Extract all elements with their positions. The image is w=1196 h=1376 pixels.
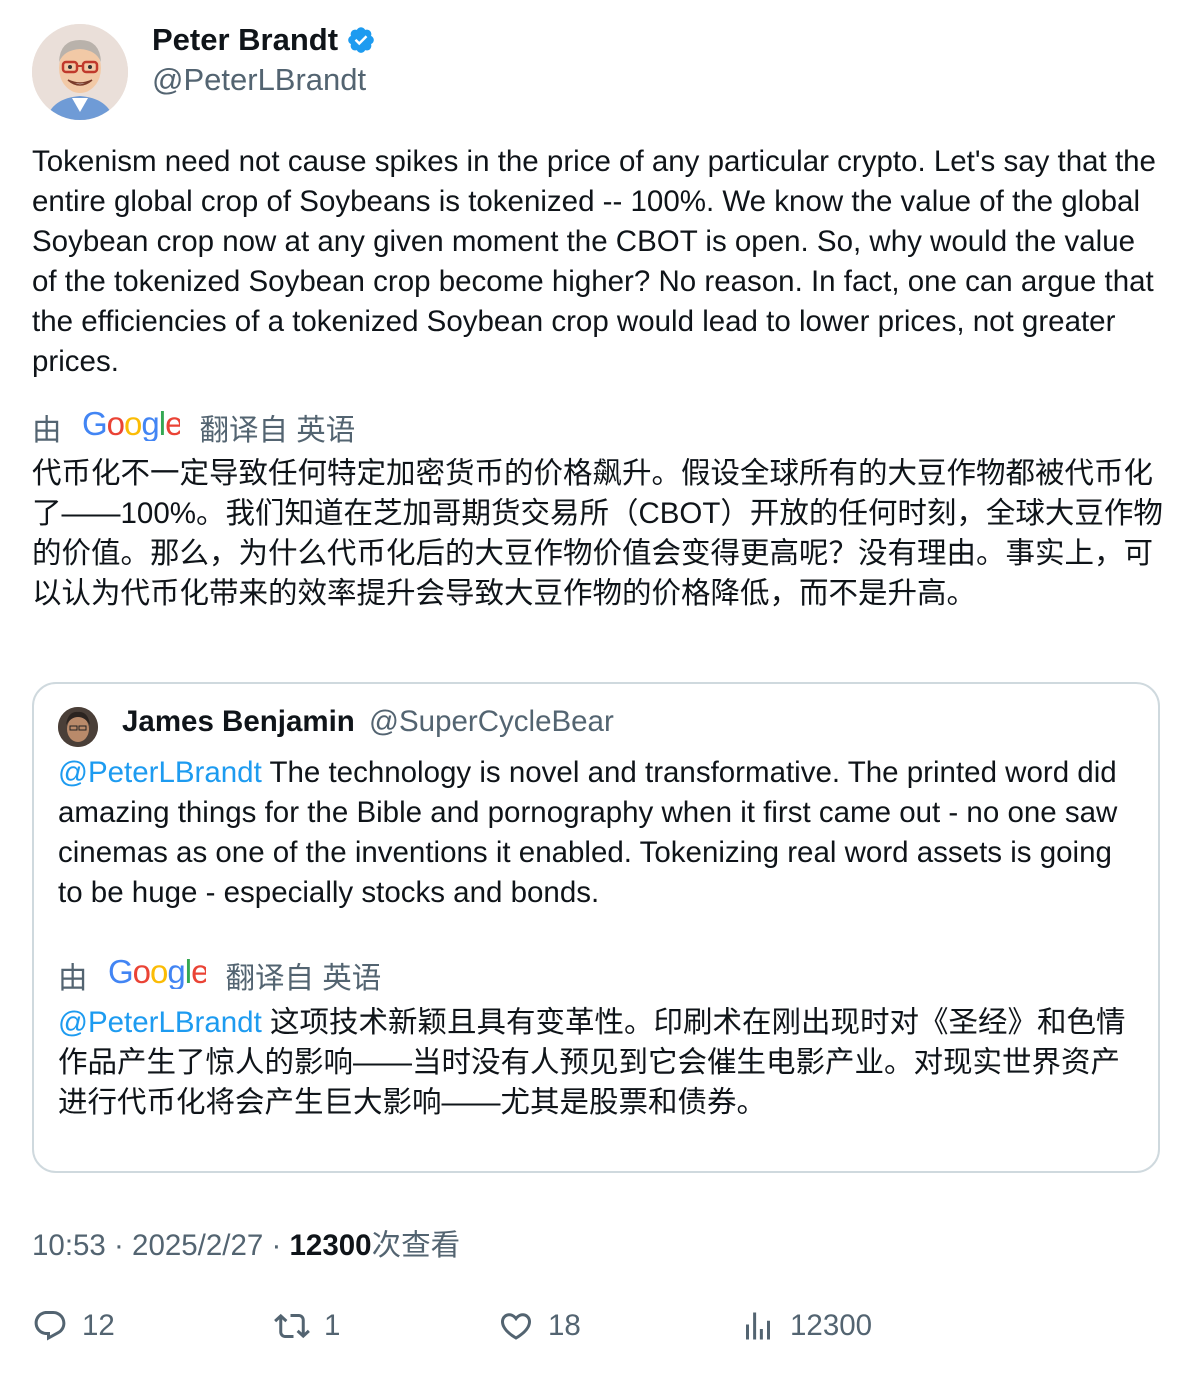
author-avatar[interactable] (32, 24, 128, 120)
quote-mention-link[interactable]: @PeterLBrandt (58, 756, 262, 789)
reply-count: 12 (82, 1309, 115, 1342)
reply-button[interactable]: 12 (32, 1308, 115, 1344)
author-handle[interactable]: @PeterLBrandt (152, 62, 366, 98)
views-label: 次查看 (371, 1229, 461, 1262)
author-name[interactable]: Peter Brandt (152, 22, 376, 58)
like-count: 18 (548, 1309, 581, 1342)
meta-separator: · (105, 1229, 133, 1262)
quote-translation-attribution: 由 Google 翻译自 英语 (58, 953, 382, 997)
quote-translated-by-label: 由 (58, 962, 88, 995)
like-button[interactable]: 18 (498, 1308, 581, 1344)
heart-icon (500, 1313, 532, 1340)
analytics-icon (746, 1312, 770, 1340)
meta-separator: · (263, 1229, 290, 1262)
quote-translated-from-label[interactable]: 翻译自 英语 (226, 955, 382, 997)
svg-text:Google: Google (108, 955, 206, 989)
retweet-count: 1 (324, 1309, 341, 1342)
tweet-text: Tokenism need not cause spikes in the pr… (32, 145, 1156, 378)
quote-author-name[interactable]: James Benjamin (122, 705, 355, 738)
views-count: 12300 (289, 1229, 372, 1262)
author-name-text: Peter Brandt (152, 22, 339, 57)
quote-translated-text: @PeterLBrandt 这项技术新颖且具有变革性。印刷术在刚出现时对《圣经》… (58, 1003, 1138, 1123)
tweet-time[interactable]: 10:53 (32, 1229, 106, 1262)
quote-author-avatar[interactable] (58, 707, 98, 747)
quote-avatar-photo (58, 707, 98, 747)
tweet-date[interactable]: 2025/2/27 (132, 1229, 263, 1262)
translated-by-label: 由 (32, 414, 62, 447)
quote-translated-mention-link[interactable]: @PeterLBrandt (58, 1006, 262, 1039)
translated-from-label[interactable]: 翻译自 英语 (200, 407, 356, 449)
verified-badge-icon (346, 25, 376, 55)
avatar-caricature-image (32, 24, 128, 120)
google-logo-icon: Google (82, 405, 183, 449)
svg-text:Google: Google (82, 407, 180, 441)
google-logo-icon: Google (108, 953, 209, 997)
translation-attribution: 由 Google 翻译自 英语 (32, 405, 356, 449)
quote-header: James Benjamin @SuperCycleBear (122, 705, 614, 739)
views-button[interactable]: 12300 (740, 1308, 872, 1344)
retweet-icon (274, 1313, 310, 1339)
reply-icon (34, 1311, 66, 1341)
tweet-meta: 10:53 · 2025/2/27 · 12300次查看 (32, 1222, 460, 1264)
tweet-translated-text: 代币化不一定导致任何特定加密货币的价格飙升。假设全球所有的大豆作物都被代币化了—… (32, 457, 1163, 610)
quote-author-handle[interactable]: @SuperCycleBear (369, 705, 614, 738)
retweet-button[interactable]: 1 (274, 1308, 340, 1344)
quote-text: @PeterLBrandt The technology is novel an… (58, 753, 1138, 913)
views-action-count: 12300 (790, 1309, 873, 1342)
